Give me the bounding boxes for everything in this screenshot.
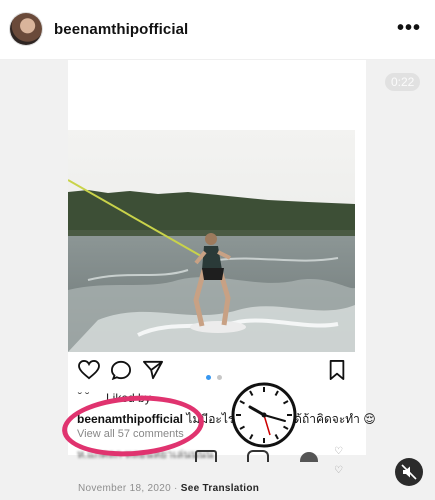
carousel-dot — [217, 375, 223, 380]
bookmark-icon[interactable] — [328, 360, 346, 385]
liked-by-avatars: ˘ ˘ — [78, 390, 90, 404]
post-date: November 18, 2020 — [78, 483, 171, 494]
mute-button[interactable] — [395, 458, 423, 486]
home-icon — [195, 450, 217, 462]
profile-icon — [299, 452, 318, 462]
video-timer: 0:22 — [385, 73, 421, 91]
username[interactable]: beenamthipofficial — [54, 21, 188, 38]
embedded-post-screenshot: ˘ ˘ Liked by beenamthipofficial ไม่มีอะไ… — [68, 60, 376, 494]
comment-icon[interactable] — [110, 360, 132, 385]
heart-icon[interactable] — [78, 359, 100, 385]
share-icon[interactable] — [142, 360, 164, 385]
post-image — [68, 130, 355, 352]
post-header: beenamthipofficial ••• — [0, 0, 435, 60]
avatar[interactable] — [10, 13, 42, 45]
carousel-dot-active — [206, 375, 211, 380]
speaker-muted-icon — [401, 464, 417, 480]
clock-sticker — [230, 381, 298, 454]
post-date-row: November 18, 2020 · See Translation — [78, 483, 260, 494]
inner-bottom-nav — [195, 449, 344, 467]
shop-icon — [247, 450, 270, 462]
more-horizontal-icon[interactable]: ••• — [397, 18, 421, 38]
carousel-indicator — [205, 367, 223, 385]
see-translation-link[interactable]: See Translation — [181, 483, 259, 494]
